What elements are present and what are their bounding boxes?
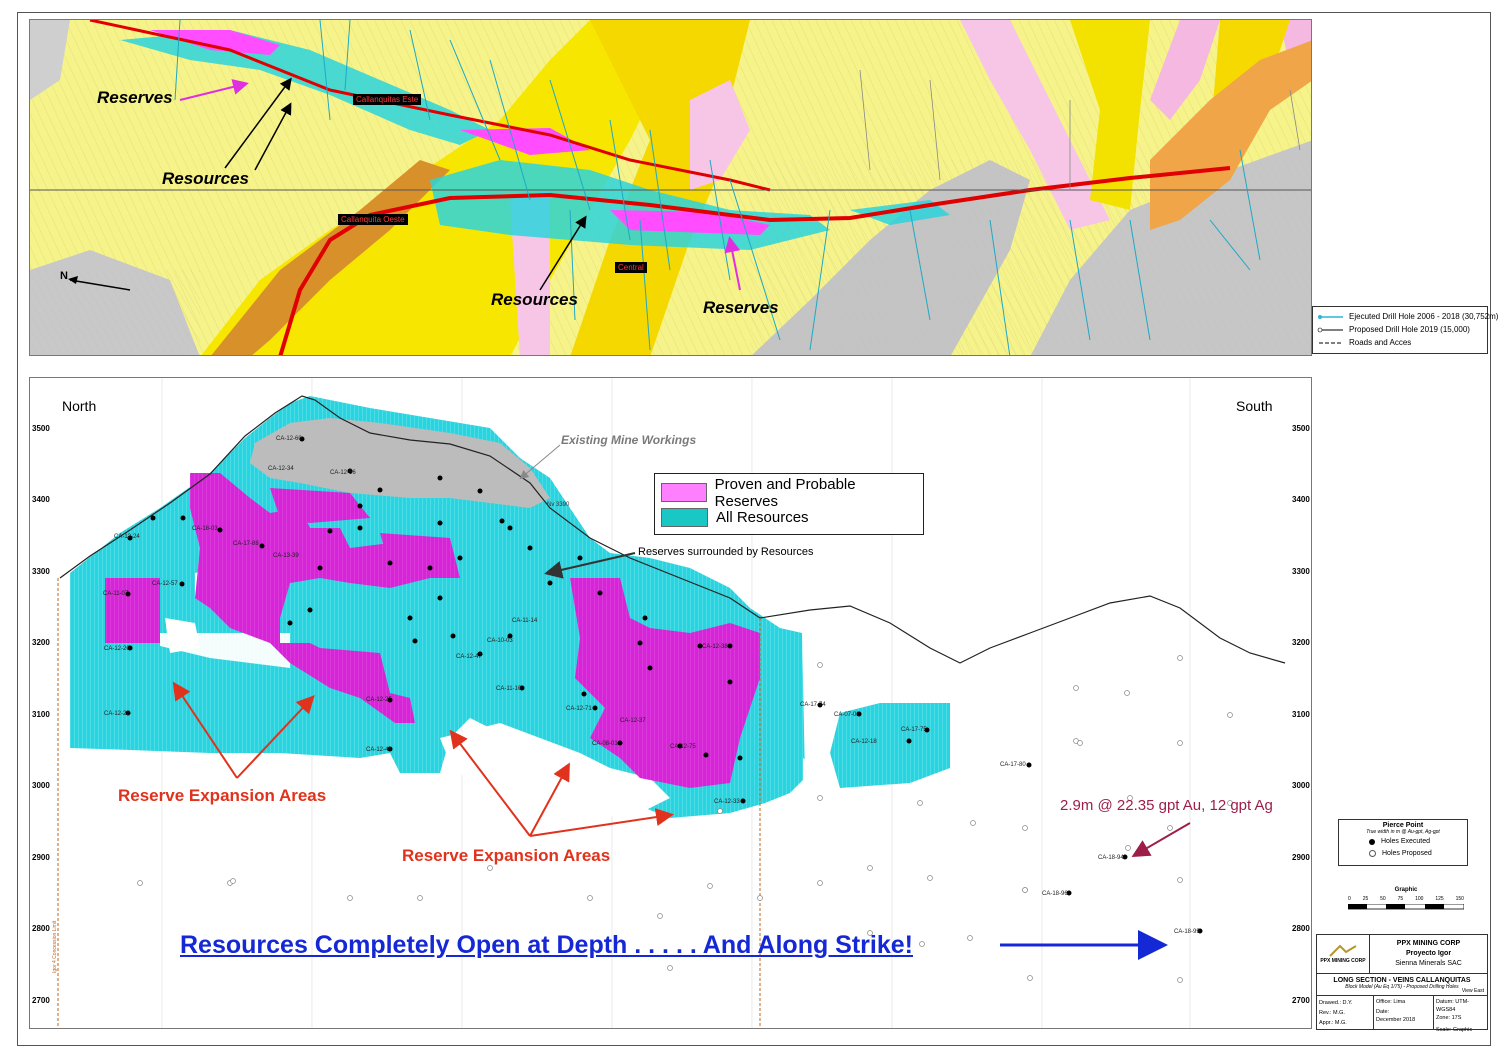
hole-label: CA-17-75 [901, 727, 927, 733]
plan-view-map: N Reserves Resources Resources Reserves … [29, 19, 1312, 356]
vein-tag-este: Callanquitas Este [353, 94, 422, 105]
revised-by: Rev.: M.G. [1319, 1010, 1345, 1016]
scale-ticks: 0 25 50 75 100 125 150 [1348, 896, 1464, 902]
subsidiary-name: Sienna Minerals SAC [1395, 960, 1462, 967]
company-logo: PPX MINING CORP [1317, 935, 1370, 973]
scale-tick: 25 [1362, 896, 1369, 902]
legend-roads-label: Roads and Acces [1349, 338, 1412, 347]
scale-tick: 100 [1415, 896, 1424, 902]
legend-row-reserves: Proven and Probable Reserves [661, 476, 917, 510]
hole-label: CA-12-20 [104, 646, 130, 652]
company-info: PPX MINING CORP Proyecto Igor Sienna Min… [1370, 935, 1487, 973]
legend-resources-label: All Resources [716, 509, 809, 526]
scale-tick: 150 [1455, 896, 1464, 902]
hole-label: CA-17-80 [1000, 762, 1026, 768]
hole-label: CA-12-44 [366, 747, 392, 753]
pierce-executed-label: Holes Executed [1381, 838, 1431, 845]
scale-bar: Graphic 0 25 50 75 100 125 150 [1348, 887, 1464, 917]
proposed-dot-icon [1369, 850, 1376, 857]
hole-label: CA-17-88 [233, 541, 259, 547]
project-name: Proyecto Igor [1405, 950, 1452, 957]
hole-label: CA-12-60 [276, 436, 302, 442]
hole-label: CA-12-24 [114, 534, 140, 540]
pierce-point-legend: Pierce Point True width in m @ Au-gpt, A… [1338, 819, 1468, 866]
company-name: PPX MINING CORP [1396, 940, 1461, 947]
hole-label: CA-18-94 [1098, 855, 1124, 861]
resources-swatch [661, 508, 708, 527]
hole-label: CA-10-03 [487, 638, 513, 644]
meta-datum: Datum: UTM-WGS84 Zone: 17S Scale: Graphi… [1434, 996, 1487, 1033]
drawing-meta: Drawed.: D.Y. Rev.: M.G. Appr.: M.G. Off… [1317, 996, 1487, 1033]
reserves-swatch [661, 483, 707, 502]
approved-by: Appr.: M.G. [1319, 1020, 1347, 1026]
scale-tick: 75 [1397, 896, 1404, 902]
pierce-row-executed: Holes Executed [1343, 838, 1463, 845]
pierce-row-proposed: Holes Proposed [1343, 850, 1463, 857]
office: Office: Lima [1376, 999, 1406, 1005]
hole-label: CA-12-56 [330, 470, 356, 476]
logo-text: PPX MINING CORP [1320, 958, 1366, 964]
hole-label: CA-12-38 [702, 644, 728, 650]
hole-label: CA-12-33 [714, 799, 740, 805]
legend-row-executed: Ejecuted Drill Hole 2006 - 2018 (30,752m… [1317, 310, 1498, 323]
title-block: PPX MINING CORP PPX MINING CORP Proyecto… [1316, 934, 1488, 1033]
date-label: Date: [1376, 1009, 1390, 1015]
drawing-title: LONG SECTION - VEINS CALLANQUITAS [1333, 977, 1471, 984]
legend-reserves-label: Proven and Probable Reserves [714, 475, 856, 510]
hole-label: CA-12-22 [104, 711, 130, 717]
hole-label: CA-12-75 [670, 744, 696, 750]
hole-label: CA-18-99 [1174, 929, 1200, 935]
legend-proposed-label: Proposed Drill Hole 2019 (15,000) [1349, 325, 1470, 334]
hole-label: CA-12-18 [851, 739, 877, 745]
zone: Zone: 17S [1436, 1015, 1462, 1021]
scale-tick: 0 [1348, 896, 1351, 902]
executed-hole-icon [1317, 312, 1345, 322]
hole-label: CA-12-37 [620, 718, 646, 724]
legend-row-proposed: Proposed Drill Hole 2019 (15,000) [1317, 323, 1483, 336]
hole-label: CA-08-01 [592, 741, 618, 747]
hole-label: CA-11-14 [512, 618, 538, 624]
title-block-header: PPX MINING CORP PPX MINING CORP Proyecto… [1317, 935, 1487, 974]
drawing-title-area: LONG SECTION - VEINS CALLANQUITAS Block … [1317, 974, 1487, 996]
hole-label: CA-11-07 [103, 591, 129, 597]
section-legend: Proven and Probable Reserves All Resourc… [654, 473, 924, 535]
hole-label: CA-07-02 [834, 712, 860, 718]
hole-label: CA-18-96 [1042, 891, 1068, 897]
scale-label: Scale: Graphic [1436, 1027, 1473, 1033]
meta-people: Drawed.: D.Y. Rev.: M.G. Appr.: M.G. [1317, 996, 1374, 1030]
drawn-by: Drawed.: D.Y. [1319, 1000, 1353, 1006]
scale-tick: 125 [1435, 896, 1444, 902]
legend-row-roads: Roads and Acces [1317, 336, 1483, 349]
hole-label: CA-12-71 [566, 706, 592, 712]
proposed-hole-icon [1317, 325, 1345, 335]
hole-label: CA-18-03 [192, 526, 218, 532]
plan-callout-arrows [179, 77, 741, 291]
view-label: View East [1461, 988, 1484, 994]
pierce-subtitle: True width in m @ Au-gpt, Ag-gpt [1366, 829, 1440, 835]
plan-legend: Ejecuted Drill Hole 2006 - 2018 (30,752m… [1312, 306, 1498, 354]
hole-label: CA-17-74 [800, 702, 826, 708]
datum: Datum: UTM-WGS84 [1436, 999, 1469, 1013]
legend-executed-label: Ejecuted Drill Hole 2006 - 2018 (30,752m… [1349, 312, 1499, 321]
hole-label: CA-12-47 [456, 654, 482, 660]
hole-label: CA-12-25 [366, 697, 392, 703]
pierce-proposed-label: Holes Proposed [1382, 850, 1432, 857]
date-value: December 2018 [1376, 1017, 1416, 1023]
scale-title: Graphic [1394, 887, 1418, 893]
road-icon [1317, 338, 1345, 348]
hole-label: CA-12-57 [152, 581, 178, 587]
scale-bar-graphic [1348, 904, 1464, 910]
logo-icon [1329, 944, 1357, 957]
meta-office: Office: Lima Date: December 2018 [1374, 996, 1434, 1030]
scale-tick: 50 [1380, 896, 1386, 902]
hole-label: CA-13-39 [273, 553, 299, 559]
vein-tag-oeste: Callanquita Oeste [338, 214, 408, 225]
hole-label: CA-12-34 [268, 466, 294, 472]
executed-dot-icon [1369, 838, 1375, 845]
vein-tag-central: Central [615, 262, 647, 273]
hole-label: CA-11-10 [496, 686, 522, 692]
pierce-title: Pierce Point [1382, 822, 1424, 829]
